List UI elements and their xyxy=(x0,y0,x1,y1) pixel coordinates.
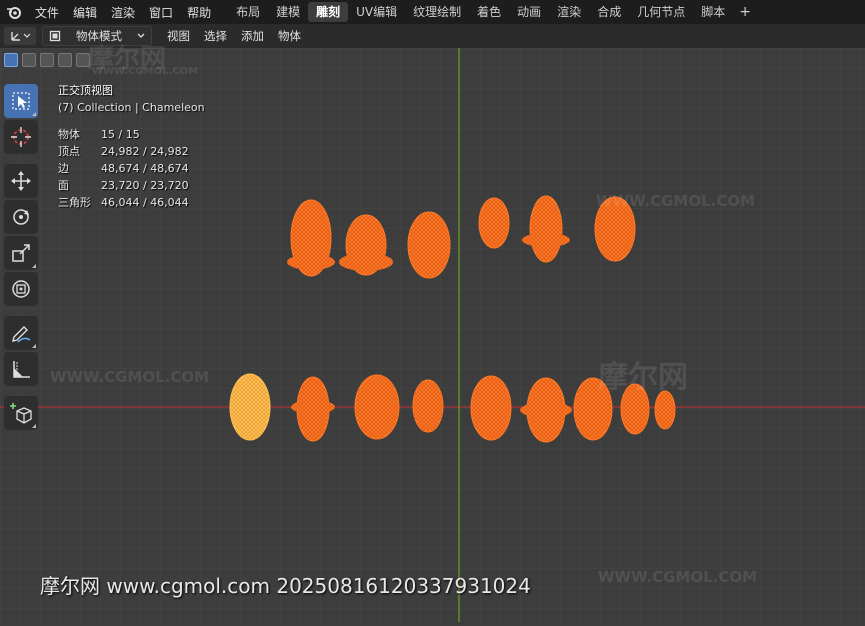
watermark-logo: 摩尔网 xyxy=(598,360,688,395)
tab-sculpting[interactable]: 雕刻 xyxy=(308,2,349,22)
view-name: 正交顶视图 xyxy=(58,84,113,97)
mesh-chameleon-head[interactable] xyxy=(412,379,444,433)
menu-select[interactable]: 选择 xyxy=(197,28,234,44)
move-icon xyxy=(11,171,31,191)
workspace-tabs: 布局 建模 雕刻 UV编辑 纹理绘制 着色 动画 渲染 合成 几何节点 脚本 + xyxy=(228,0,757,24)
menu-edit[interactable]: 编辑 xyxy=(66,4,104,21)
menu-window[interactable]: 窗口 xyxy=(142,4,180,21)
stat-label: 物体 xyxy=(58,128,80,141)
transform-icon xyxy=(12,280,30,298)
tab-shading[interactable]: 着色 xyxy=(469,2,509,22)
add-workspace-button[interactable]: + xyxy=(733,4,757,20)
annotate-tool[interactable] xyxy=(4,316,38,350)
mesh-chameleon-head[interactable] xyxy=(478,197,510,249)
stat-row-triangles: 三角形 46,044 / 46,044 xyxy=(58,194,205,211)
stat-row-vertices: 顶点 24,982 / 24,982 xyxy=(58,143,205,160)
add-cube-tool[interactable] xyxy=(4,396,38,430)
tool-shelf xyxy=(2,82,40,432)
select-difference-icon[interactable] xyxy=(58,53,72,67)
tab-texture-paint[interactable]: 纹理绘制 xyxy=(405,2,469,22)
viewport-info-overlay: 正交顶视图 (7) Collection | Chameleon 物体 15 /… xyxy=(58,82,205,211)
select-box-tool[interactable] xyxy=(4,84,38,118)
rotate-tool[interactable] xyxy=(4,200,38,234)
mesh-chameleon-head-active[interactable] xyxy=(229,373,271,441)
tab-layout[interactable]: 布局 xyxy=(228,2,268,22)
footer-watermark: 摩尔网 www.cgmol.com 20250816120337931024 xyxy=(40,574,531,598)
transform-tool[interactable] xyxy=(4,272,38,306)
watermark-site: WWW.CGMOL.COM xyxy=(50,368,210,386)
tab-scripting[interactable]: 脚本 xyxy=(693,2,733,22)
collection-label: (7) Collection | Chameleon xyxy=(58,101,205,114)
cursor-tool[interactable] xyxy=(4,120,38,154)
stat-value: 24,982 / 24,982 xyxy=(101,145,189,158)
tab-modeling[interactable]: 建模 xyxy=(268,2,308,22)
top-menu-bar: 文件 编辑 渲染 窗口 帮助 布局 建模 雕刻 UV编辑 纹理绘制 着色 动画 … xyxy=(0,0,865,24)
tab-compositing[interactable]: 合成 xyxy=(589,2,629,22)
watermark-site: WWW.CGMOL.COM xyxy=(92,66,199,77)
stat-value: 46,044 / 46,044 xyxy=(101,196,189,209)
select-new-icon[interactable] xyxy=(4,53,18,67)
tab-geometry-nodes[interactable]: 几何节点 xyxy=(629,2,693,22)
measure-icon xyxy=(13,361,30,378)
stat-label: 面 xyxy=(58,179,69,192)
menu-file[interactable]: 文件 xyxy=(28,4,66,21)
watermark-site: WWW.CGMOL.COM xyxy=(596,192,756,210)
stat-row-faces: 面 23,720 / 23,720 xyxy=(58,177,205,194)
menu-render[interactable]: 渲染 xyxy=(104,4,142,21)
stat-label: 三角形 xyxy=(58,196,91,209)
stat-label: 边 xyxy=(58,162,69,175)
editor-type-button[interactable] xyxy=(4,27,36,45)
cursor-icon xyxy=(11,127,31,147)
stat-label: 顶点 xyxy=(58,145,80,158)
mesh-chameleon-head[interactable] xyxy=(354,374,400,440)
menu-object[interactable]: 物体 xyxy=(271,28,308,44)
mesh-chameleon-head[interactable] xyxy=(654,390,676,430)
transform-orientation-icon xyxy=(11,32,31,41)
annotate-icon xyxy=(12,326,31,343)
tab-animation[interactable]: 动画 xyxy=(509,2,549,22)
move-tool[interactable] xyxy=(4,164,38,198)
scale-tool[interactable] xyxy=(4,236,38,270)
stat-value: 48,674 / 48,674 xyxy=(101,162,189,175)
menu-help[interactable]: 帮助 xyxy=(180,4,218,21)
select-extend-icon[interactable] xyxy=(22,53,36,67)
scale-icon xyxy=(12,244,30,262)
mesh-chameleon-head[interactable] xyxy=(470,375,512,441)
menu-add[interactable]: 添加 xyxy=(234,28,271,44)
object-mode-icon xyxy=(49,30,61,42)
stat-row-objects: 物体 15 / 15 xyxy=(58,126,205,143)
stat-value: 15 / 15 xyxy=(101,128,140,141)
measure-tool[interactable] xyxy=(4,352,38,386)
select-subtract-icon[interactable] xyxy=(40,53,54,67)
tab-uv-editing[interactable]: UV编辑 xyxy=(348,2,405,22)
mesh-chameleon-head[interactable] xyxy=(407,211,451,279)
watermark-site: WWW.CGMOL.COM xyxy=(598,568,758,586)
blender-logo-icon[interactable] xyxy=(6,4,22,20)
tab-rendering[interactable]: 渲染 xyxy=(549,2,589,22)
rotate-icon xyxy=(13,209,29,225)
stat-row-edges: 边 48,674 / 48,674 xyxy=(58,160,205,177)
add-cube-icon xyxy=(10,403,32,424)
select-box-icon xyxy=(12,92,30,110)
stat-value: 23,720 / 23,720 xyxy=(101,179,189,192)
